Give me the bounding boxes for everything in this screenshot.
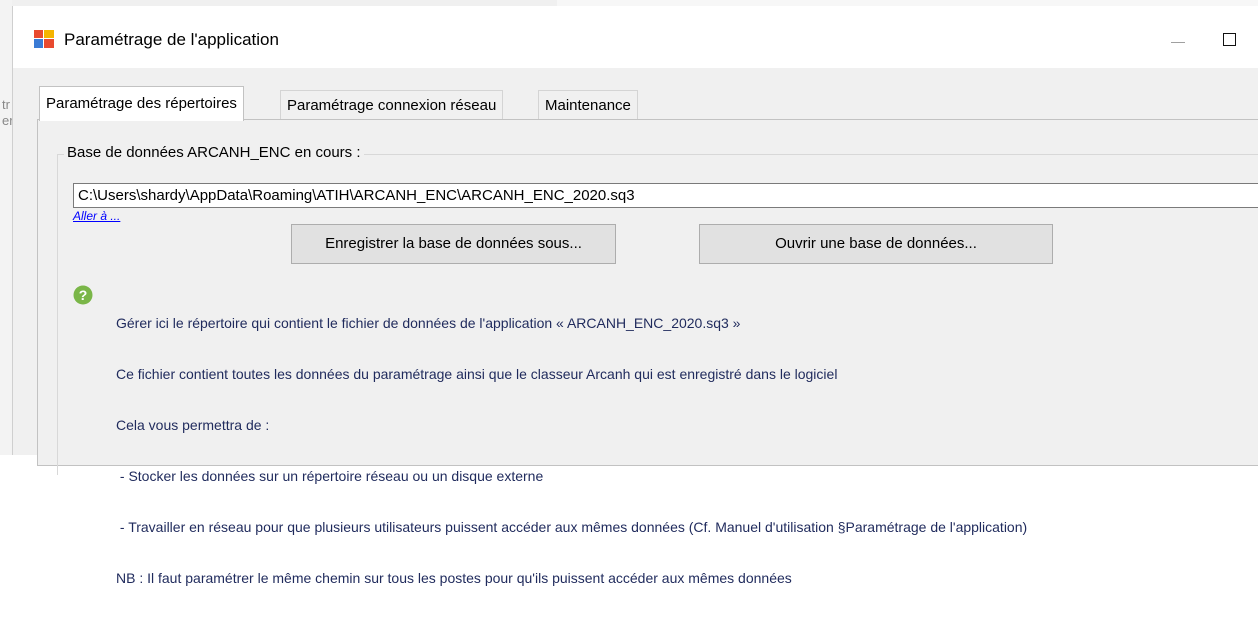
help-line: - Stocker les données sur un répertoire … [116,468,544,484]
help-line: Cela vous permettra de : [116,417,270,433]
background-window-fragment: tr er [0,0,14,455]
app-icon [34,30,54,48]
window-title: Paramétrage de l'application [64,30,279,49]
tab-page-directories: Base de données ARCANH_ENC en cours : Al… [37,119,1258,586]
svg-text:?: ? [79,287,88,303]
help-text: Gérer ici le répertoire qui contient le … [116,281,1027,621]
maximize-button[interactable] [1207,20,1253,60]
help-line: - Travailler en réseau pour que plusieur… [116,519,1028,535]
database-group-label: Base de données ARCANH_ENC en cours : [64,144,364,161]
title-bar[interactable]: Paramétrage de l'application [13,6,1258,68]
question-icon: ? [73,285,93,305]
help-line: Ce fichier contient toutes les données d… [116,366,838,382]
tab-network-connection[interactable]: Paramétrage connexion réseau [280,90,504,120]
settings-dialog: Paramétrage de l'application Paramétrage… [12,6,1258,586]
database-path-field[interactable] [73,183,1258,208]
help-line: NB : Il faut paramétrer le même chemin s… [116,570,792,586]
database-groupbox: Base de données ARCANH_ENC en cours : Al… [57,144,1258,586]
save-database-as-button[interactable]: Enregistrer la base de données sous... [291,224,616,264]
minimize-button[interactable] [1155,20,1201,60]
goto-link[interactable]: Aller à ... [73,209,120,223]
dialog-client-area: Paramétrage des répertoires Paramétrage … [13,68,1258,586]
help-line: Gérer ici le répertoire qui contient le … [116,315,741,331]
background-text-fragment: tr [2,97,10,112]
open-database-button[interactable]: Ouvrir une base de données... [699,224,1053,264]
tab-label: Maintenance [545,97,631,114]
tab-directories[interactable]: Paramétrage des répertoires [39,86,244,121]
tab-label: Paramétrage connexion réseau [287,97,497,114]
tab-label: Paramétrage des répertoires [46,95,237,112]
tab-maintenance[interactable]: Maintenance [538,90,638,120]
